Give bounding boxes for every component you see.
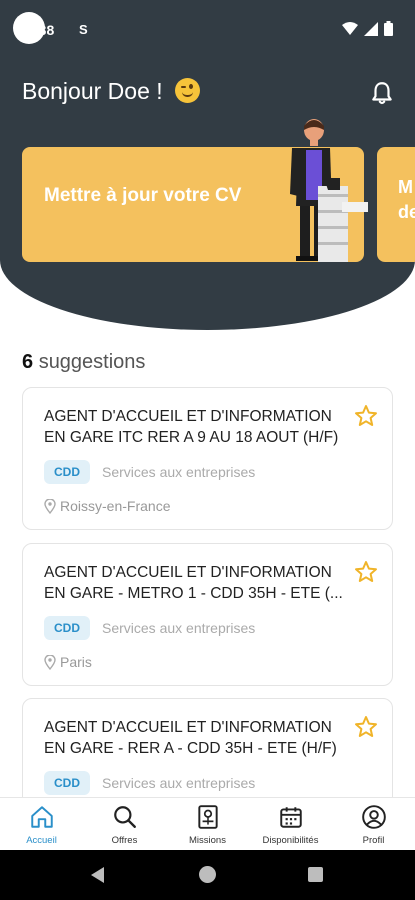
- nav-label: Profil: [362, 835, 385, 846]
- job-card[interactable]: AGENT D'ACCUEIL ET D'INFORMATION EN GARE…: [22, 543, 393, 686]
- contract-badge: CDD: [44, 616, 90, 640]
- nav-item-disponibilites[interactable]: Disponibilités: [249, 798, 332, 850]
- update-cv-label: Mettre à jour votre CV: [44, 185, 242, 206]
- calendar-icon: [279, 807, 302, 828]
- job-card[interactable]: AGENT D'ACCUEIL ET D'INFORMATION EN GARE…: [22, 387, 393, 530]
- bottom-nav: Accueil Offres Missions Disponibilités P…: [0, 797, 415, 850]
- bell-icon[interactable]: [369, 80, 395, 106]
- system-nav-bar: [0, 850, 415, 900]
- recent-apps-icon[interactable]: [308, 867, 323, 882]
- home-button-icon[interactable]: [199, 866, 216, 883]
- nav-label: Accueil: [26, 835, 57, 846]
- signal-icon: [364, 21, 378, 36]
- user-icon: [361, 805, 386, 829]
- suggestions-label: suggestions: [38, 351, 146, 373]
- badge-icon: [197, 805, 218, 829]
- greeting-text: Bonjour Doe !: [22, 78, 163, 104]
- status-bar: :38 S: [0, 0, 415, 58]
- status-time: :38: [34, 22, 55, 38]
- job-location-text: Paris: [60, 654, 92, 670]
- nav-label: Missions: [189, 835, 226, 846]
- suggestions-count: 6: [22, 351, 34, 373]
- job-location: Roissy-en-France: [44, 498, 170, 514]
- star-icon[interactable]: [354, 560, 378, 584]
- job-location-text: Roissy-en-France: [60, 498, 171, 514]
- suggestions-heading: 6 suggestions: [22, 351, 145, 374]
- nav-item-profil[interactable]: Profil: [332, 798, 415, 850]
- star-icon[interactable]: [354, 715, 378, 739]
- nav-item-accueil[interactable]: Accueil: [0, 798, 83, 850]
- person-illustration: [290, 119, 368, 262]
- next-carousel-card[interactable]: Mde: [377, 147, 415, 262]
- star-icon[interactable]: [354, 404, 378, 428]
- nav-label: Disponibilités: [262, 835, 319, 846]
- status-indicator: S: [79, 22, 88, 37]
- job-title: AGENT D'ACCUEIL ET D'INFORMATION EN GARE…: [44, 564, 343, 602]
- contract-badge: CDD: [44, 771, 90, 795]
- status-icons: [342, 21, 393, 36]
- contract-badge: CDD: [44, 460, 90, 484]
- search-icon: [113, 806, 136, 828]
- winking-face-icon: [175, 78, 201, 103]
- nav-item-missions[interactable]: Missions: [166, 798, 249, 850]
- location-pin-icon: [44, 498, 56, 514]
- next-card-label: Mde: [398, 177, 415, 222]
- job-title: AGENT D'ACCUEIL ET D'INFORMATION EN GARE…: [44, 719, 337, 757]
- wifi-icon: [342, 21, 358, 35]
- battery-icon: [384, 21, 393, 36]
- nav-label: Offres: [111, 835, 138, 846]
- job-location: Paris: [44, 654, 92, 670]
- back-icon[interactable]: [91, 867, 104, 883]
- location-pin-icon: [44, 654, 56, 670]
- greeting: Bonjour Doe !: [22, 78, 201, 105]
- nav-item-offres[interactable]: Offres: [83, 798, 166, 850]
- job-sector: Services aux entreprises: [102, 620, 256, 636]
- header-area: :38 S Bonjour Doe ! Mettre à jour votre …: [0, 0, 415, 330]
- job-sector: Services aux entreprises: [102, 464, 256, 480]
- job-sector: Services aux entreprises: [102, 775, 256, 791]
- job-title: AGENT D'ACCUEIL ET D'INFORMATION EN GARE…: [44, 408, 339, 446]
- home-icon: [30, 806, 53, 828]
